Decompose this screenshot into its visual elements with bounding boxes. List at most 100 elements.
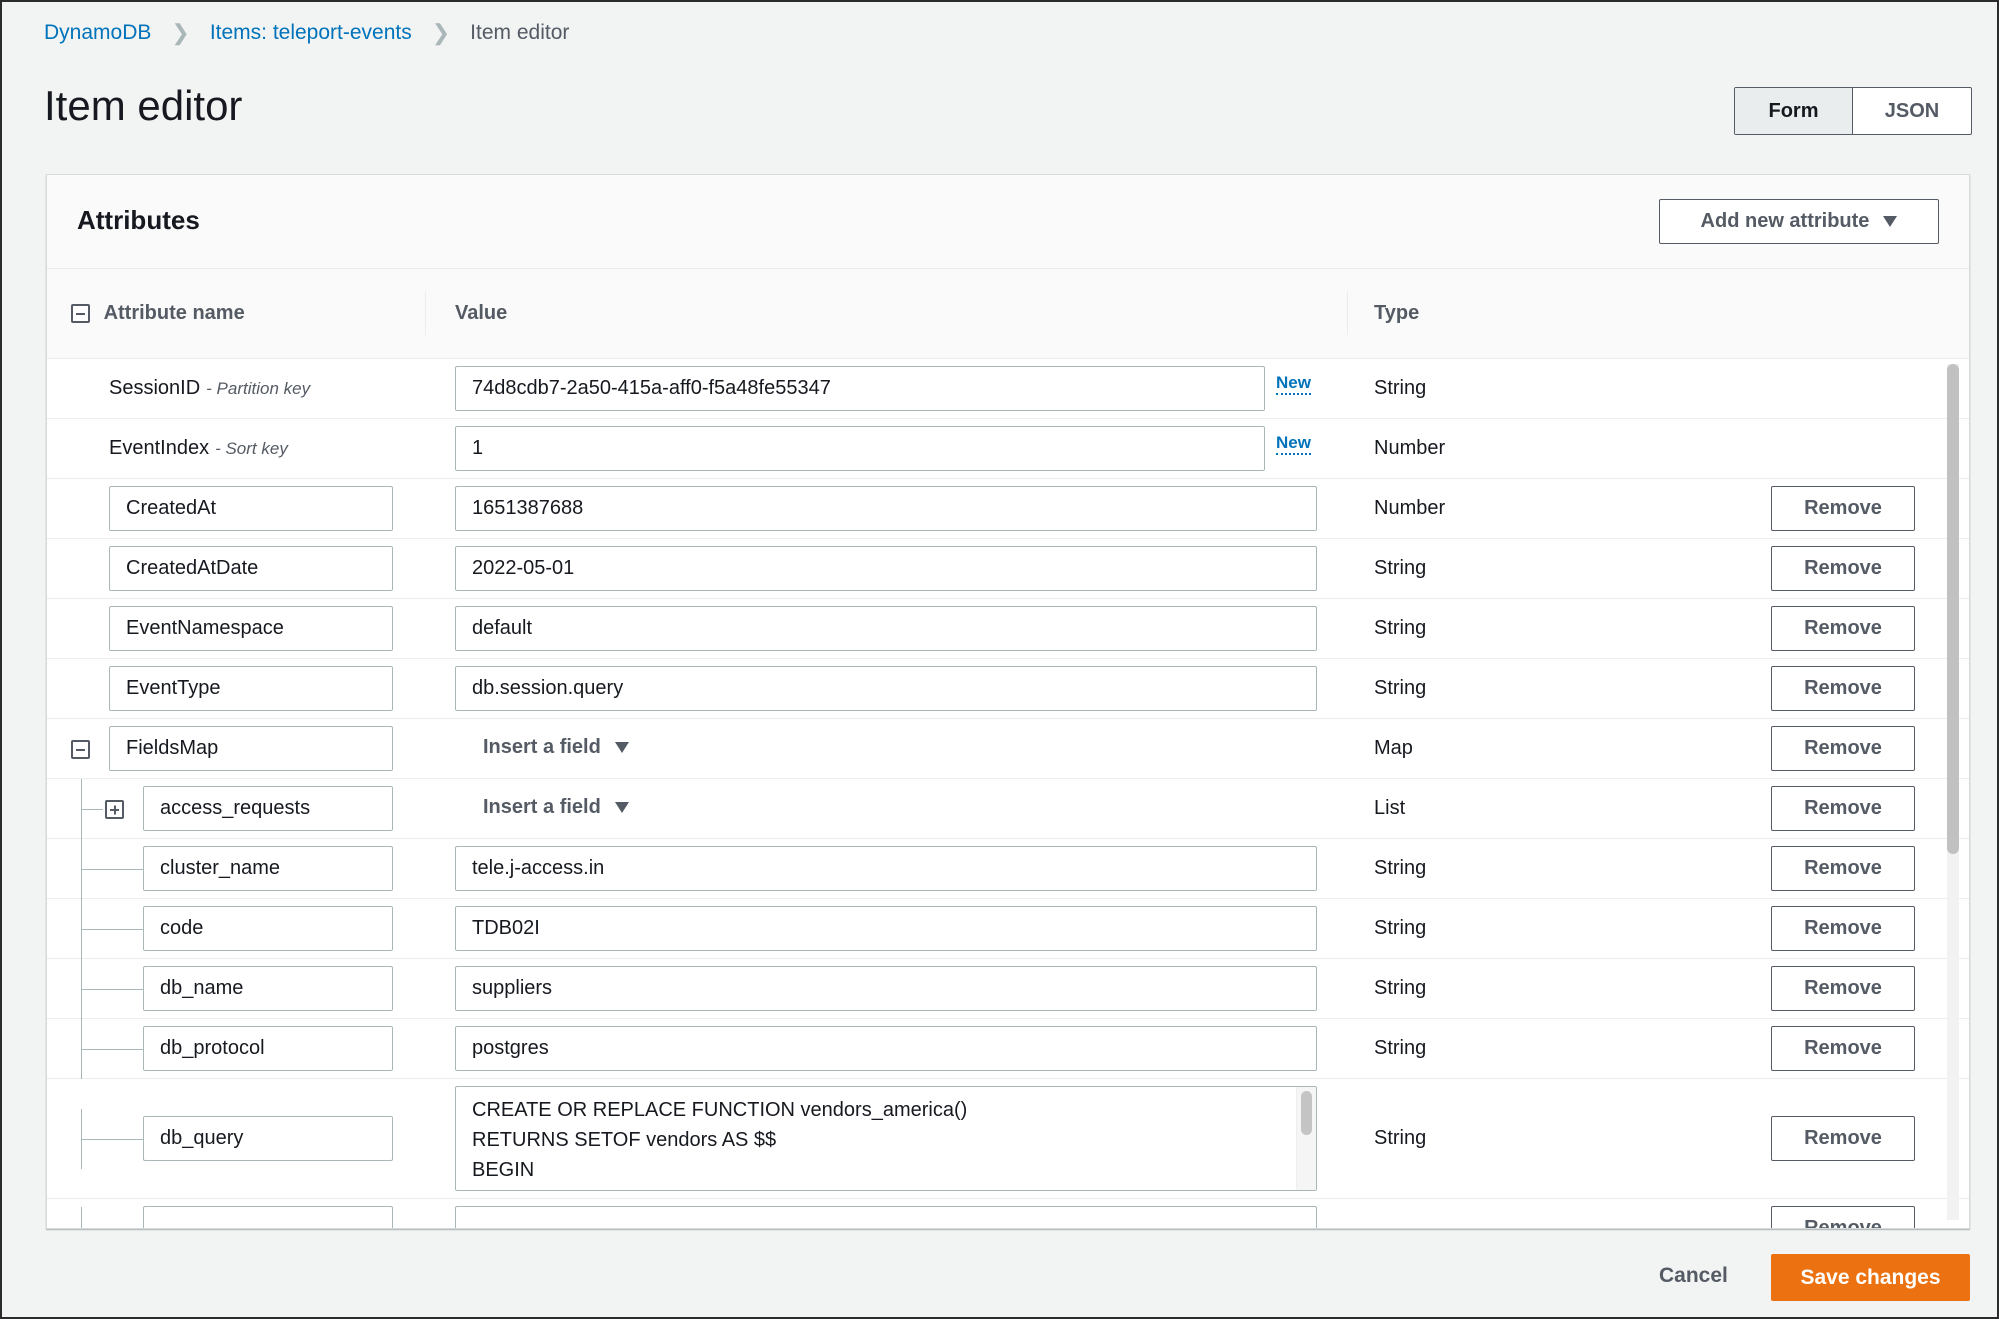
toggle-json[interactable]: JSON xyxy=(1853,88,1971,134)
collapse-all-icon[interactable] xyxy=(71,304,90,324)
attribute-name-input[interactable]: FieldsMap xyxy=(109,726,393,771)
header-type: Type xyxy=(1374,302,1420,324)
attribute-value-input[interactable]: suppliers xyxy=(455,966,1317,1011)
attribute-name-input[interactable]: cluster_name xyxy=(143,846,393,891)
tree-line xyxy=(81,1049,143,1050)
type-label: Number xyxy=(1374,437,1446,459)
collapse-icon[interactable] xyxy=(71,740,90,759)
attribute-name-input[interactable]: db_protocol xyxy=(143,1026,393,1071)
session-id-value-input[interactable]: 74d8cdb7-2a50-415a-aff0-f5a48fe55347 xyxy=(455,366,1265,411)
card-title: Attributes xyxy=(77,205,200,235)
chevron-right-icon: ❯ xyxy=(171,20,190,45)
remove-button[interactable]: Remove xyxy=(1771,606,1915,651)
event-index-value-input[interactable]: 1 xyxy=(455,426,1265,471)
tree-line xyxy=(81,1207,82,1228)
remove-button[interactable]: Remove xyxy=(1771,1116,1915,1161)
table-row: code TDB02I String Remove xyxy=(47,899,1969,959)
attribute-name-input[interactable]: CreatedAt xyxy=(109,486,393,531)
breadcrumb: DynamoDB ❯ Items: teleport-events ❯ Item… xyxy=(44,20,569,46)
attribute-name-input[interactable]: EventNamespace xyxy=(109,606,393,651)
breadcrumb-items[interactable]: Items: teleport-events xyxy=(210,21,412,45)
table-header: Attribute name Value Type xyxy=(47,269,1969,359)
type-label: String xyxy=(1374,557,1427,579)
table-row: access_requests Insert a field List Remo… xyxy=(47,779,1969,839)
attribute-name-input[interactable]: EventType xyxy=(109,666,393,711)
type-label: String xyxy=(1374,1037,1427,1059)
attributes-table: Attribute name Value Type SessionID - Par… xyxy=(47,269,1969,1228)
attribute-value-input[interactable]: 1651387688 xyxy=(455,486,1317,531)
attribute-name-input[interactable]: code xyxy=(143,906,393,951)
table-row: EventType db.session.query String Remove xyxy=(47,659,1969,719)
cancel-button[interactable]: Cancel xyxy=(1659,1264,1728,1288)
remove-button[interactable]: Remove xyxy=(1771,666,1915,711)
page-title: Item editor xyxy=(44,82,243,129)
column-divider xyxy=(1347,291,1348,335)
attribute-name-input[interactable]: db_query xyxy=(143,1116,393,1161)
header-attribute-name: Attribute name xyxy=(71,302,245,325)
remove-button[interactable]: Remove xyxy=(1771,726,1915,771)
type-label: String xyxy=(1374,617,1427,639)
header-value: Value xyxy=(455,302,508,324)
table-row: EventIndex - Sort key 1 New Number xyxy=(47,419,1969,479)
breadcrumb-dynamodb[interactable]: DynamoDB xyxy=(44,21,151,45)
table-row: SessionID - Partition key 74d8cdb7-2a50-4… xyxy=(47,359,1969,419)
add-new-attribute-label: Add new attribute xyxy=(1700,210,1870,232)
table-row: FieldsMap Insert a field Map Remove xyxy=(47,719,1969,779)
attribute-value-input[interactable]: 2022-05-01 xyxy=(455,546,1317,591)
attribute-name-input[interactable] xyxy=(143,1206,393,1228)
table-row: cluster_name tele.j-access.in String Rem… xyxy=(47,839,1969,899)
remove-button[interactable]: Remove xyxy=(1771,1206,1915,1228)
insert-field-dropdown[interactable]: Insert a field xyxy=(483,796,629,819)
sort-key-label: EventIndex - Sort key xyxy=(109,437,288,459)
save-changes-button[interactable]: Save changes xyxy=(1771,1254,1970,1301)
scrollbar-thumb[interactable] xyxy=(1947,364,1959,854)
new-badge[interactable]: New xyxy=(1276,373,1311,395)
type-label: Map xyxy=(1374,737,1413,759)
attribute-value-input[interactable] xyxy=(455,1206,1317,1228)
tree-line xyxy=(81,989,143,990)
tree-line xyxy=(81,1139,143,1140)
type-label: String xyxy=(1374,977,1427,999)
type-label: String xyxy=(1374,1127,1427,1149)
remove-button[interactable]: Remove xyxy=(1771,906,1915,951)
card-header: Attributes Add new attribute xyxy=(47,175,1969,269)
attribute-value-input[interactable]: db.session.query xyxy=(455,666,1317,711)
toggle-form[interactable]: Form xyxy=(1735,88,1853,134)
table-row: CreatedAtDate 2022-05-01 String Remove xyxy=(47,539,1969,599)
expand-icon[interactable] xyxy=(105,800,124,819)
attribute-value-input[interactable]: TDB02I xyxy=(455,906,1317,951)
table-row: db_name suppliers String Remove xyxy=(47,959,1969,1019)
attribute-value-input[interactable]: default xyxy=(455,606,1317,651)
remove-button[interactable]: Remove xyxy=(1771,546,1915,591)
db-query-textarea[interactable]: CREATE OR REPLACE FUNCTION vendors_ameri… xyxy=(455,1086,1317,1191)
caret-down-icon xyxy=(614,742,629,753)
attribute-value-input[interactable]: postgres xyxy=(455,1026,1317,1071)
table-row-partial: Remove xyxy=(47,1199,1969,1228)
tree-line xyxy=(81,869,143,870)
remove-button[interactable]: Remove xyxy=(1771,486,1915,531)
type-label: Number xyxy=(1374,497,1446,519)
caret-down-icon xyxy=(1883,216,1898,227)
remove-button[interactable]: Remove xyxy=(1771,786,1915,831)
textarea-scrollbar[interactable] xyxy=(1301,1091,1312,1135)
remove-button[interactable]: Remove xyxy=(1771,1026,1915,1071)
attribute-name-input[interactable]: access_requests xyxy=(143,786,393,831)
view-toggle: Form JSON xyxy=(1734,87,1972,135)
new-badge[interactable]: New xyxy=(1276,433,1311,455)
attribute-name-input[interactable]: CreatedAtDate xyxy=(109,546,393,591)
attribute-name-input[interactable]: db_name xyxy=(143,966,393,1011)
remove-button[interactable]: Remove xyxy=(1771,846,1915,891)
table-row: db_query CREATE OR REPLACE FUNCTION vend… xyxy=(47,1079,1969,1199)
table-body: SessionID - Partition key 74d8cdb7-2a50-4… xyxy=(47,359,1969,1228)
caret-down-icon xyxy=(614,802,629,813)
attribute-value-input[interactable]: tele.j-access.in xyxy=(455,846,1317,891)
breadcrumb-current: Item editor xyxy=(470,21,570,44)
tree-line xyxy=(81,809,103,810)
type-label: String xyxy=(1374,917,1427,939)
partition-key-label: SessionID - Partition key xyxy=(109,377,311,399)
insert-field-dropdown[interactable]: Insert a field xyxy=(483,736,629,759)
add-new-attribute-button[interactable]: Add new attribute xyxy=(1659,199,1939,244)
table-scrollbar[interactable] xyxy=(1947,364,1959,1220)
remove-button[interactable]: Remove xyxy=(1771,966,1915,1011)
chevron-right-icon: ❯ xyxy=(431,20,451,45)
